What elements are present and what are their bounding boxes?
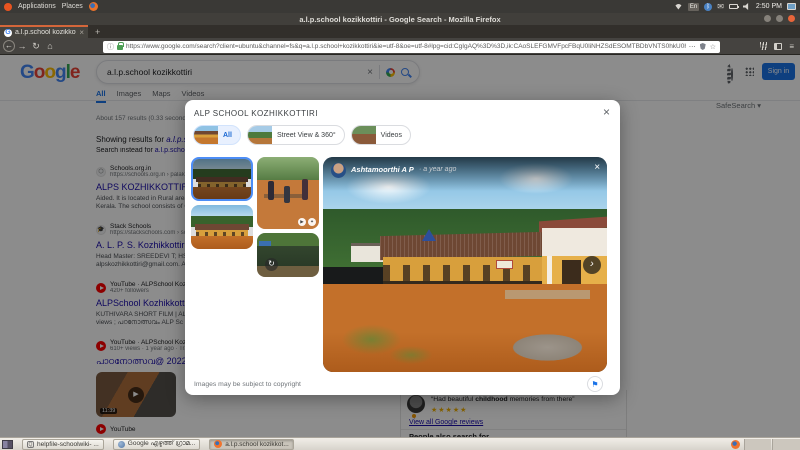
menu-places[interactable]: Places <box>62 3 83 10</box>
chip-thumbnail <box>352 125 376 145</box>
taskbar-item-helpfile[interactable]: Q helpfile-schoolwiki- ... <box>22 439 104 450</box>
image-viewer-modal: ALP SCHOOL KOZHIKKOTTIRI × All Street Vi… <box>185 100 620 395</box>
maximize-button[interactable] <box>776 15 783 22</box>
google-favicon: G <box>4 29 12 37</box>
chip-all[interactable]: All <box>193 125 241 145</box>
battery-icon[interactable] <box>729 4 738 9</box>
https-lock-icon <box>117 45 123 50</box>
reload-button[interactable]: ↻ <box>29 41 43 52</box>
modal-title: ALP SCHOOL KOZHIKKOTTIRI <box>194 109 318 118</box>
document-icon: Q <box>27 441 34 448</box>
wifi-icon[interactable] <box>674 4 683 10</box>
page-info-icon[interactable]: ⓘ <box>107 42 114 52</box>
workspace-switcher[interactable] <box>2 440 13 449</box>
back-button[interactable]: ← <box>3 40 15 52</box>
chip-street-view[interactable]: Street View & 360° <box>247 125 345 145</box>
main-photo-viewer[interactable]: Ashtamoorthi A P · a year ago × › <box>323 157 607 372</box>
address-bar[interactable]: ⓘ https://www.google.com/search?client=u… <box>103 41 720 53</box>
taskbar-item-google[interactable]: Google എഴുത്ത് ഗ്രാമ... <box>113 439 200 450</box>
firefox-app-icon[interactable] <box>89 2 98 11</box>
overflow-icon[interactable]: ⋯ <box>689 43 696 51</box>
modal-close-icon[interactable]: × <box>603 105 610 119</box>
filter-chips: All Street View & 360° Videos <box>193 125 411 145</box>
clock[interactable]: 2:50 PM <box>756 3 782 10</box>
url-text[interactable]: https://www.google.com/search?client=ubu… <box>126 43 686 50</box>
minimize-button[interactable] <box>764 15 771 22</box>
photo-thumbnail-360[interactable]: ↻ <box>257 233 319 277</box>
bluetooth-icon[interactable]: ᛒ <box>704 3 712 11</box>
tab-close-icon[interactable]: × <box>79 28 84 37</box>
window-title: a.l.p.school kozikkottiri - Google Searc… <box>299 15 500 24</box>
photos-badge-icon: ✦ <box>308 218 316 226</box>
menu-applications[interactable]: Applications <box>18 3 56 10</box>
ubuntu-top-panel: Applications Places En ᛒ ✉ 2:50 PM <box>0 0 800 13</box>
new-tab-button[interactable]: + <box>95 27 100 38</box>
taskbar: Q helpfile-schoolwiki- ... Google എഴുത്ത… <box>0 437 800 450</box>
screen: Applications Places En ᛒ ✉ 2:50 PM a.l.p… <box>0 0 800 450</box>
forward-button[interactable]: → <box>15 41 29 51</box>
library-icon[interactable] <box>760 42 767 50</box>
photo-thumbnail-selected[interactable] <box>191 157 253 201</box>
chip-thumbnail <box>194 125 218 145</box>
photo-thumbnail-building[interactable] <box>191 205 253 249</box>
firefox-icon <box>214 440 222 448</box>
tab-bar: G a.l.p.school kozikkottiri × + <box>0 25 800 38</box>
close-window-button[interactable] <box>788 15 795 22</box>
volume-icon[interactable] <box>743 3 751 10</box>
keyboard-layout-indicator[interactable]: En <box>688 3 699 11</box>
taskbar-item-active-firefox[interactable]: a.l.p.school kozikkot... <box>209 439 294 450</box>
home-button[interactable]: ⌂ <box>43 41 57 51</box>
mail-icon[interactable]: ✉ <box>717 3 724 11</box>
ubuntu-logo-icon[interactable] <box>4 3 12 11</box>
taskbar-applet[interactable] <box>772 439 800 450</box>
url-toolbar: ← → ↻ ⌂ ⓘ https://www.google.com/search?… <box>0 38 800 55</box>
sidebar-toggle-icon[interactable] <box>774 43 782 50</box>
photo-age: · a year ago <box>419 166 456 173</box>
photo-author[interactable]: Ashtamoorthi A P <box>351 165 414 174</box>
copyright-notice: Images may be subject to copyright <box>194 381 301 388</box>
system-tray: En ᛒ ✉ 2:50 PM <box>674 3 796 11</box>
bookmark-star-icon[interactable]: ☆ <box>710 43 716 51</box>
permissions-shield-icon[interactable] <box>700 43 706 50</box>
tab-title: a.l.p.school kozikkottiri <box>15 29 76 36</box>
report-flag-button[interactable]: ⚑ <box>587 376 603 392</box>
viewer-close-icon[interactable]: × <box>594 162 600 173</box>
browser-tab[interactable]: G a.l.p.school kozikkottiri × <box>0 25 88 38</box>
hamburger-menu-icon[interactable]: ≡ <box>789 42 794 51</box>
chip-videos[interactable]: Videos <box>351 125 411 145</box>
session-icon[interactable] <box>787 3 796 10</box>
globe-icon <box>118 441 125 448</box>
author-avatar[interactable] <box>331 163 346 178</box>
window-titlebar: a.l.p.school kozikkottiri - Google Searc… <box>0 13 800 25</box>
photo-thumbnail-kids[interactable]: ▶ ✦ <box>257 157 319 229</box>
play-badge-icon: ▶ <box>298 218 306 226</box>
firefox-tray-icon[interactable] <box>731 440 740 449</box>
next-photo-button[interactable]: › <box>583 256 601 274</box>
window-buttons <box>764 15 795 22</box>
taskbar-applet[interactable] <box>744 439 771 450</box>
chip-thumbnail <box>248 125 272 145</box>
rotate-360-icon: ↻ <box>265 258 278 271</box>
